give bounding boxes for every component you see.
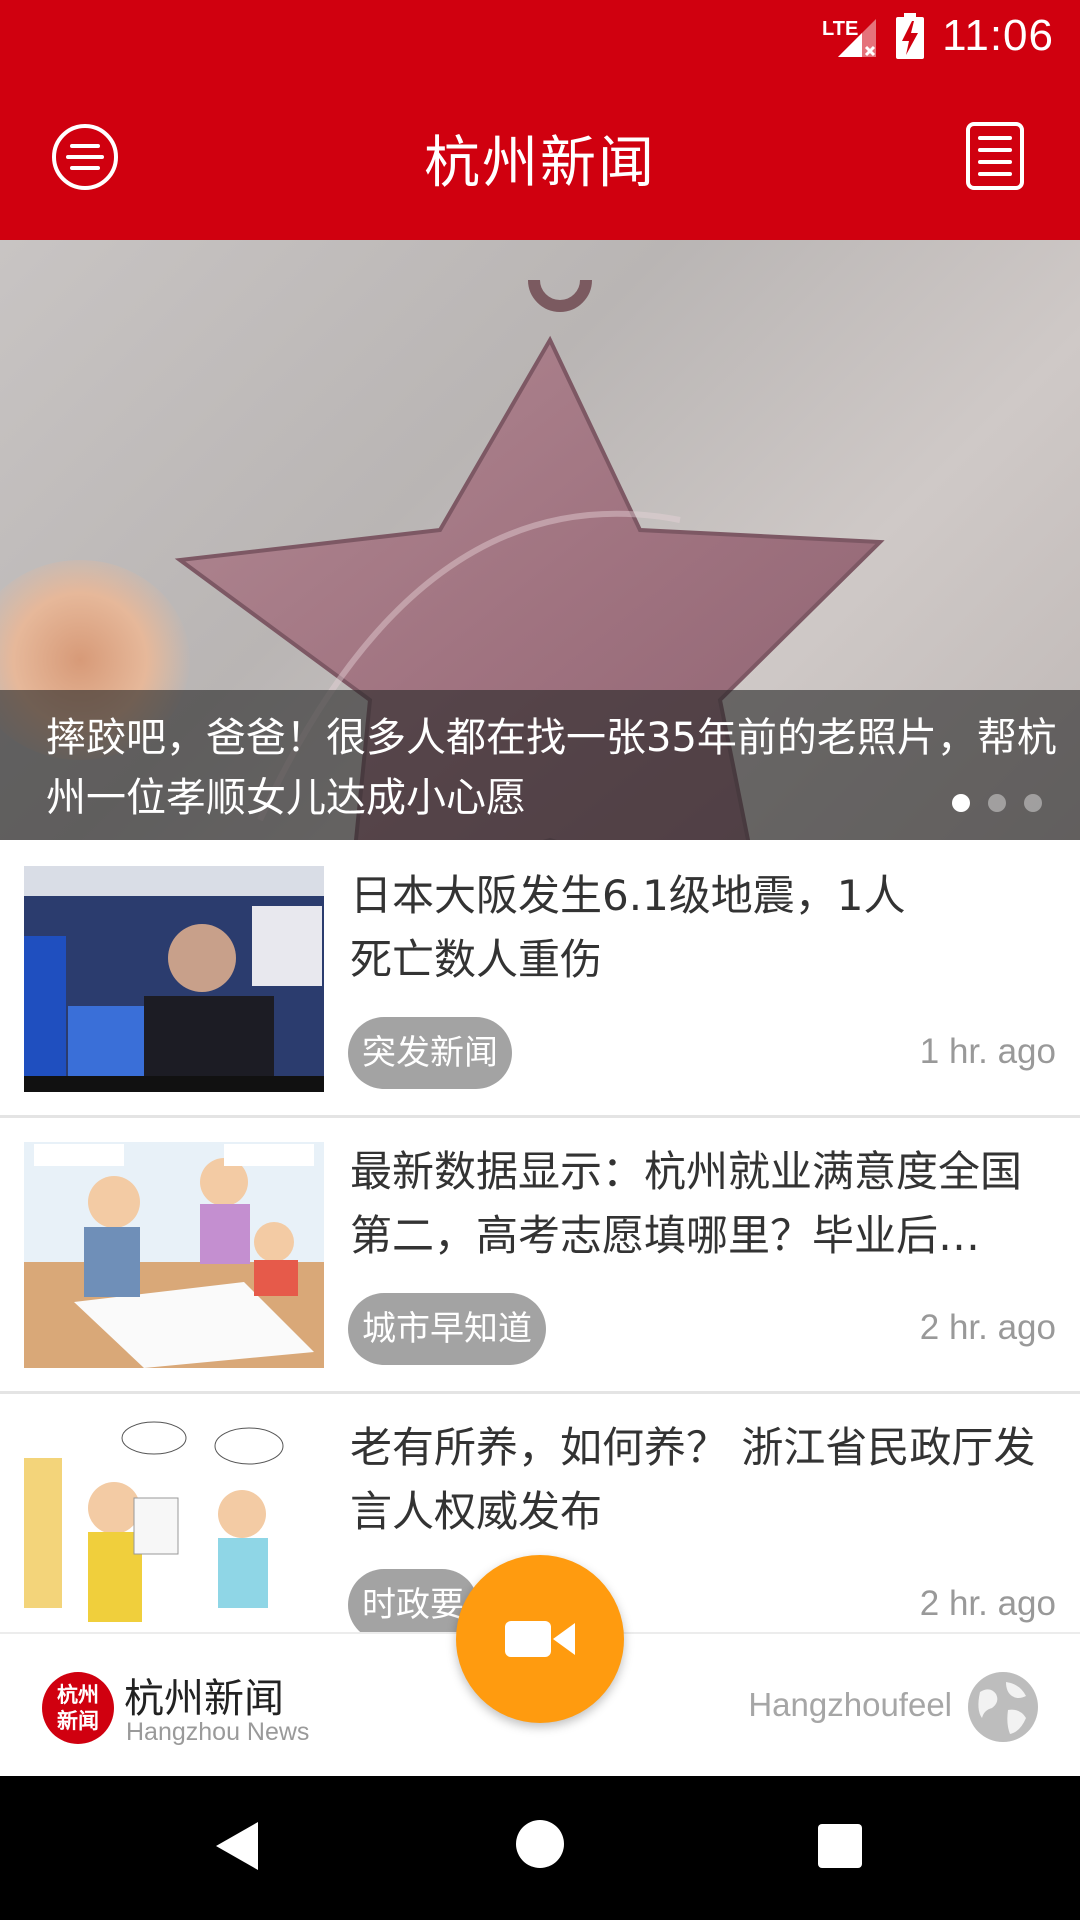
home-icon[interactable]	[516, 1820, 564, 1868]
network-type-label: LTE	[822, 18, 858, 40]
tv-broadcast-image	[24, 866, 324, 1092]
news-item[interactable]: 日本大阪发生6.1级地震，1人 死亡数人重伤 突发新闻 1 hr. ago	[0, 842, 1080, 1118]
brand-subtitle: Hangzhou News	[126, 1718, 310, 1746]
news-title[interactable]: 老有所养，如何养？ 浙江省民政厅发言人权威发布	[350, 1416, 1060, 1544]
brand-name: 杭州新闻	[124, 1676, 284, 1722]
carousel-dot[interactable]	[952, 794, 970, 812]
status-time: 11:06	[942, 11, 1054, 60]
news-title[interactable]: 最新数据显示：杭州就业满意度全国第二，高考志愿填哪里？毕业后…	[350, 1140, 1060, 1268]
doc-line-icon	[978, 172, 1012, 176]
cartoon-elderly-image	[24, 1418, 324, 1632]
page-title: 杭州新闻	[424, 131, 656, 196]
doc-line-icon	[978, 160, 1012, 164]
doc-line-icon	[978, 136, 1012, 140]
hero-caption-text: 摔跤吧，爸爸！很多人都在找一张35年前的老照片，帮杭州一位孝顺女儿达成小心愿	[46, 715, 1057, 821]
recent-apps-icon[interactable]	[818, 1824, 862, 1868]
news-item[interactable]: 最新数据显示：杭州就业满意度全国第二，高考志愿填哪里？毕业后… 城市早知道 2 …	[0, 1118, 1080, 1394]
doc-line-icon	[978, 148, 1012, 152]
status-bar: LTE 11:06	[822, 0, 1080, 72]
app-header: LTE 11:06 杭州新闻	[0, 0, 1080, 240]
document-list-button[interactable]	[966, 122, 1024, 190]
news-list[interactable]: 日本大阪发生6.1级地震，1人 死亡数人重伤 突发新闻 1 hr. ago 最新…	[0, 842, 1080, 1632]
news-thumbnail	[24, 1418, 324, 1632]
news-timestamp: 1 hr. ago	[919, 1032, 1056, 1071]
news-thumbnail	[24, 1142, 324, 1368]
news-category-tag[interactable]: 城市早知道	[348, 1293, 546, 1365]
news-category-tag[interactable]: 突发新闻	[348, 1017, 512, 1089]
partner-link[interactable]: Hangzhoufeel	[748, 1686, 952, 1724]
hero-caption[interactable]: 摔跤吧，爸爸！很多人都在找一张35年前的老照片，帮杭州一位孝顺女儿达成小心愿	[0, 690, 1080, 840]
hero-carousel[interactable]: 摔跤吧，爸爸！很多人都在找一张35年前的老照片，帮杭州一位孝顺女儿达成小心愿	[0, 240, 1080, 840]
carousel-dot[interactable]	[988, 794, 1006, 812]
cartoon-family-image	[24, 1142, 324, 1368]
news-thumbnail	[24, 866, 324, 1092]
carousel-indicator	[952, 794, 1042, 812]
back-icon[interactable]	[212, 1820, 262, 1872]
system-navigation-bar	[0, 1776, 1080, 1920]
battery-charging-icon	[896, 13, 925, 59]
carousel-dot[interactable]	[1024, 794, 1042, 812]
brand-logo: 杭州 新闻	[42, 1672, 114, 1744]
video-button[interactable]	[456, 1555, 624, 1723]
news-timestamp: 2 hr. ago	[919, 1584, 1056, 1623]
globe-icon[interactable]	[966, 1670, 1040, 1744]
news-timestamp: 2 hr. ago	[919, 1308, 1056, 1347]
news-title[interactable]: 日本大阪发生6.1级地震，1人 死亡数人重伤	[350, 864, 1060, 992]
video-camera-icon	[505, 1621, 575, 1657]
signal-icon: LTE	[822, 18, 877, 57]
